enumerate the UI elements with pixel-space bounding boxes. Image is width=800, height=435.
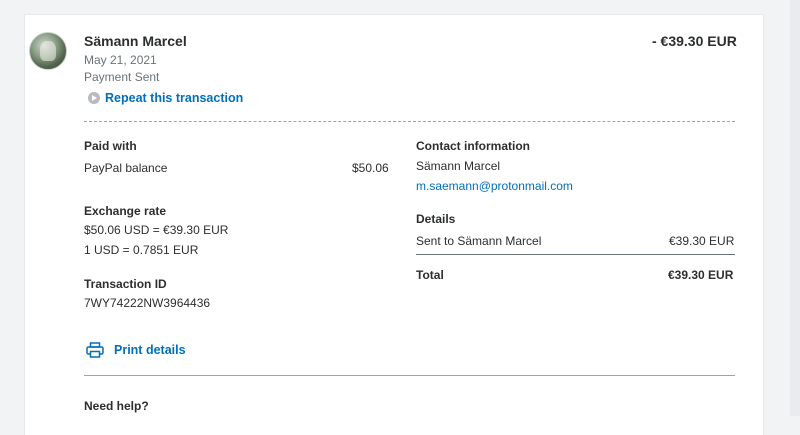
exchange-rate-value: 1 USD = 0.7851 EUR [84, 243, 199, 257]
header-divider [84, 121, 735, 122]
need-help-heading: Need help? [84, 399, 149, 413]
exchange-conversion: $50.06 USD = €39.30 EUR [84, 223, 229, 237]
contact-name: Sämann Marcel [416, 159, 501, 173]
transaction-id-value: 7WY74222NW3964436 [84, 296, 211, 310]
avatar [29, 32, 67, 70]
help-divider [84, 375, 735, 376]
print-details-label: Print details [114, 343, 186, 357]
details-heading: Details [416, 212, 456, 226]
details-sent-amount: €39.30 EUR [669, 234, 735, 248]
transaction-amount: - €39.30 EUR [652, 33, 737, 49]
payment-method-amount: $50.06 [352, 161, 389, 175]
recipient-name: Sämann Marcel [84, 33, 187, 49]
repeat-transaction-link[interactable]: Repeat this transaction [88, 91, 243, 105]
exchange-rate-heading: Exchange rate [84, 204, 167, 218]
printer-icon [86, 342, 104, 358]
contact-information-heading: Contact information [416, 139, 530, 153]
details-sent-to: Sent to Sämann Marcel [416, 234, 542, 248]
transaction-status: Payment Sent [84, 70, 160, 84]
print-details-button[interactable]: Print details [86, 342, 186, 358]
repeat-arrow-icon [88, 92, 100, 104]
transaction-date: May 21, 2021 [84, 53, 157, 67]
transaction-id-heading: Transaction ID [84, 277, 167, 291]
page-scrollbar-track[interactable] [790, 0, 800, 416]
payment-method: PayPal balance [84, 161, 168, 175]
paid-with-heading: Paid with [84, 139, 137, 153]
total-amount: €39.30 EUR [668, 268, 734, 282]
total-label: Total [416, 268, 444, 282]
repeat-transaction-label: Repeat this transaction [105, 91, 244, 105]
details-total-divider [416, 254, 735, 255]
contact-email-link[interactable]: m.saemann@protonmail.com [416, 179, 573, 193]
